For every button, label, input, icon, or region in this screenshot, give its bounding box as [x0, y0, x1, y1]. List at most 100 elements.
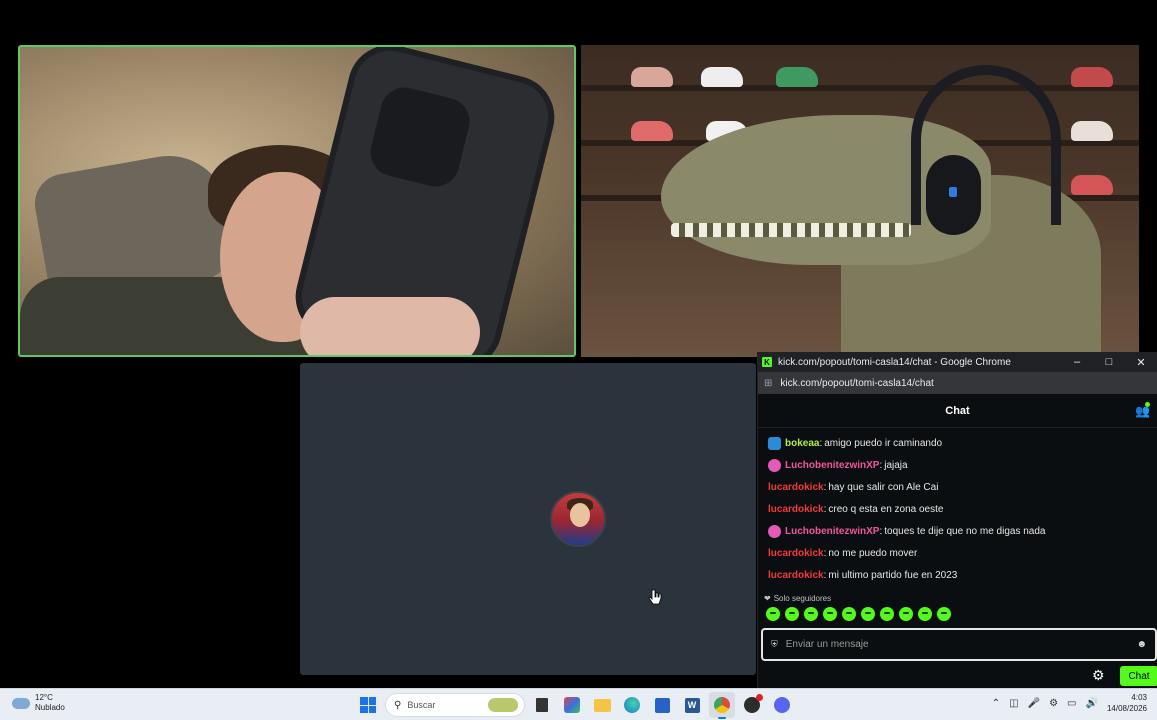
security-icon[interactable]: ⚙ — [1049, 698, 1058, 709]
url-text: kick.com/popout/tomi-casla14/chat — [780, 377, 934, 389]
clock-date: 14/08/2026 — [1106, 704, 1147, 713]
emote-icon[interactable] — [823, 607, 837, 621]
chat-message-input[interactable]: ⛨ Enviar un mensaje ☻ — [761, 628, 1157, 661]
chat-username[interactable]: bokeaa — [785, 438, 819, 449]
display-icon[interactable]: ▭ — [1067, 698, 1076, 709]
word-icon[interactable]: W — [679, 692, 705, 718]
chat-message: lucardokick: no me puedo mover — [768, 542, 1147, 564]
chrome-icon[interactable] — [709, 692, 735, 719]
chat-message: LuchobenitezwinXP: toques te dije que no … — [768, 520, 1147, 542]
gear-icon[interactable]: ⚙ — [1092, 667, 1105, 684]
chrome-chat-popout: K kick.com/popout/tomi-casla14/chat - Go… — [757, 352, 1157, 690]
microphone-icon[interactable]: 🎤 — [1028, 698, 1040, 709]
followers-only-label: Solo seguidores — [773, 594, 832, 603]
hand-cursor-icon — [648, 589, 662, 605]
obs-icon[interactable] — [739, 692, 765, 718]
app-icon[interactable] — [559, 692, 585, 718]
chat-separator: : — [879, 459, 883, 471]
chat-separator: : — [823, 481, 827, 493]
shoe — [631, 67, 673, 87]
chat-text: jajaja — [884, 459, 908, 471]
edge-icon[interactable] — [619, 692, 645, 718]
volume-icon[interactable]: 🔊 — [1086, 698, 1098, 709]
chat-text: hay que salir con Ale Cai — [828, 481, 939, 493]
chat-separator: : — [823, 547, 827, 559]
chat-message: lucardokick: hay que salir con Ale Cai — [768, 476, 1147, 498]
folder-icon[interactable] — [589, 692, 615, 718]
emote-icon[interactable] — [937, 607, 951, 621]
emote-icon[interactable] — [785, 607, 799, 621]
emote-icon[interactable] — [880, 607, 894, 621]
chat-header: Chat 👥 — [758, 394, 1157, 428]
shield-icon: ⛨ — [771, 639, 778, 649]
taskbar-search[interactable]: ⚲ Buscar — [385, 693, 525, 717]
chat-text: mi ultimo partido fue en 2023 — [828, 569, 958, 581]
clock[interactable]: 4:03 14/08/2026 — [1107, 692, 1147, 714]
video-tile-avatar[interactable] — [300, 363, 756, 675]
chat-separator: : — [823, 503, 827, 515]
chat-username[interactable]: LuchobenitezwinXP — [785, 460, 879, 471]
shoe — [1071, 121, 1113, 141]
minimize-icon[interactable]: – — [1061, 352, 1093, 372]
window-titlebar: K kick.com/popout/tomi-casla14/chat - Go… — [758, 352, 1157, 372]
close-icon[interactable]: ✕ — [1125, 352, 1157, 372]
emote-icon[interactable] — [861, 607, 875, 621]
discord-icon[interactable] — [769, 692, 795, 718]
chat-username[interactable]: lucardokick — [768, 504, 824, 515]
emote-icon[interactable] — [842, 607, 856, 621]
subscriber-badge-icon — [768, 524, 781, 538]
chat-username[interactable]: lucardokick — [768, 570, 824, 581]
taskbar: 12°C Nublado ⚲ Buscar W ⌃ ◫ 🎤 ⚙ ▭ 🔊 4:03… — [0, 688, 1157, 720]
cloud-icon — [12, 697, 30, 709]
weather-widget[interactable]: 12°C Nublado — [12, 693, 65, 713]
site-info-icon[interactable]: ⊞ — [764, 378, 772, 389]
emote-icon[interactable] — [766, 607, 780, 621]
start-button[interactable] — [355, 692, 381, 718]
crocodile-teeth — [671, 223, 911, 237]
kick-logo-icon: K — [762, 357, 772, 367]
weather-temperature: 12°C — [35, 693, 53, 702]
followers-only-notice: ❤ Solo seguidores — [764, 594, 1157, 603]
desktop: K kick.com/popout/tomi-casla14/chat - Go… — [0, 0, 1157, 720]
taskbar-apps: ⚲ Buscar W — [355, 692, 795, 719]
network-icon[interactable]: ◫ — [1009, 698, 1018, 709]
chat-message: LuchobenitezwinXP: jajaja — [768, 454, 1147, 476]
chat-username[interactable]: LuchobenitezwinXP — [785, 526, 879, 537]
chat-separator: : — [879, 525, 883, 537]
shoe — [701, 67, 743, 87]
window-title: kick.com/popout/tomi-casla14/chat - Goog… — [778, 356, 1011, 368]
chat-messages: bokeaa: amigo puedo ir caminando Luchobeni… — [758, 428, 1157, 586]
address-bar[interactable]: ⊞ kick.com/popout/tomi-casla14/chat — [758, 372, 1157, 394]
chat-username[interactable]: lucardokick — [768, 548, 824, 559]
heart-icon: ❤ — [764, 594, 771, 603]
system-tray: ⌃ ◫ 🎤 ⚙ ▭ 🔊 4:03 14/08/2026 — [992, 692, 1147, 714]
search-icon: ⚲ — [394, 699, 402, 711]
maximize-icon[interactable]: □ — [1093, 352, 1125, 372]
headset-light — [949, 187, 957, 197]
chat-title: Chat — [945, 404, 970, 417]
emote-icon[interactable] — [804, 607, 818, 621]
file-icon[interactable] — [529, 692, 555, 718]
store-icon[interactable] — [649, 692, 675, 718]
avatar-face — [570, 503, 590, 527]
chat-text: no me puedo mover — [828, 547, 918, 559]
online-dot — [1145, 402, 1150, 407]
video-tile-camera-1[interactable] — [18, 45, 576, 357]
chat-separator: : — [819, 437, 823, 449]
chat-username[interactable]: lucardokick — [768, 482, 824, 493]
send-chat-button[interactable]: Chat — [1120, 666, 1157, 686]
video-tile-camera-2[interactable] — [581, 45, 1139, 357]
emoji-picker-icon[interactable]: ☻ — [1136, 639, 1147, 650]
clock-time: 4:03 — [1131, 693, 1147, 702]
chevron-up-icon[interactable]: ⌃ — [992, 698, 1000, 709]
emote-icon[interactable] — [899, 607, 913, 621]
chat-separator: : — [823, 569, 827, 581]
chat-message: bokeaa: amigo puedo ir caminando — [768, 432, 1147, 454]
chat-input-placeholder: Enviar un mensaje — [785, 639, 869, 650]
emote-icon[interactable] — [918, 607, 932, 621]
chat-text: amigo puedo ir caminando — [824, 437, 943, 449]
hand — [300, 297, 480, 355]
shoe — [631, 121, 673, 141]
subscriber-badge-icon — [768, 458, 781, 472]
search-placeholder: Buscar — [407, 700, 436, 710]
